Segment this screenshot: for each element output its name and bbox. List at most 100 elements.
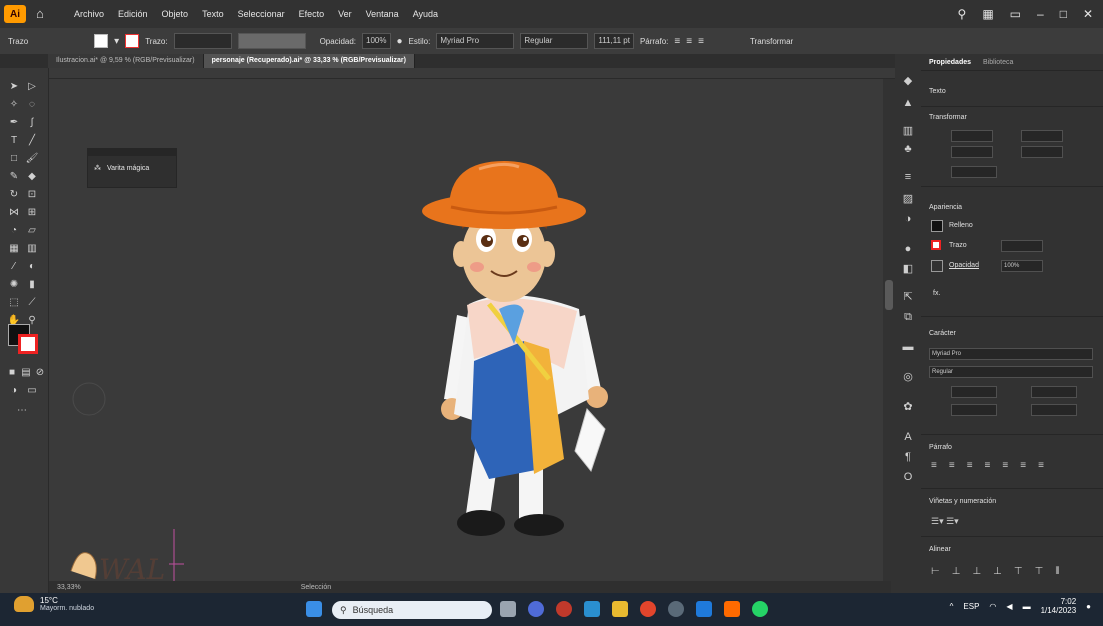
- home-icon[interactable]: ⌂: [36, 7, 50, 21]
- pencil-tool-icon[interactable]: ✎: [6, 170, 22, 184]
- opentype-icon[interactable]: O: [901, 470, 915, 484]
- tab-personaje[interactable]: personaje (Recuperado).ai* @ 33,33 % (RG…: [203, 54, 415, 68]
- align-bottom-edges-icon[interactable]: ⊤: [1035, 566, 1044, 577]
- menu-efecto[interactable]: Efecto: [299, 9, 325, 19]
- maximize-icon[interactable]: □: [1060, 7, 1067, 21]
- illustrator-logo[interactable]: Ai: [4, 5, 26, 23]
- color-panel-icon[interactable]: ●: [901, 242, 915, 256]
- clock-date[interactable]: 1/14/2023: [1041, 606, 1077, 615]
- stroke-weight-field[interactable]: [1001, 240, 1043, 252]
- transform-label[interactable]: Transformar: [750, 37, 793, 46]
- gradient-panel-icon[interactable]: ▨: [901, 192, 915, 206]
- menu-seleccionar[interactable]: Seleccionar: [238, 9, 285, 19]
- font-size-field[interactable]: [951, 386, 997, 398]
- recolor-icon[interactable]: ●: [397, 36, 403, 47]
- align-center-icon[interactable]: ≡: [686, 36, 692, 47]
- column-graph-tool-icon[interactable]: ▮: [24, 278, 40, 292]
- kerning-field[interactable]: [951, 404, 997, 416]
- stroke-color-box[interactable]: [18, 334, 38, 354]
- font-family-field[interactable]: Myriad Pro: [929, 348, 1093, 360]
- stroke-weight-field[interactable]: [173, 33, 232, 49]
- chevron-down-icon[interactable]: ▾: [114, 36, 119, 47]
- menu-objeto[interactable]: Objeto: [162, 9, 189, 19]
- curvature-tool-icon[interactable]: ∫: [24, 116, 40, 130]
- menu-ayuda[interactable]: Ayuda: [413, 9, 438, 19]
- selection-tool-icon[interactable]: ➤: [6, 80, 22, 94]
- panel-header[interactable]: [88, 149, 176, 156]
- eyedropper-tool-icon[interactable]: ⁄: [6, 260, 22, 274]
- opera-icon[interactable]: [556, 601, 572, 617]
- windows-start-icon[interactable]: [306, 601, 322, 617]
- tab-propiedades[interactable]: Propiedades: [929, 59, 971, 66]
- bullets-controls[interactable]: ☰▾ ☰▾: [931, 516, 959, 527]
- align-left-edges-icon[interactable]: ⊢: [931, 566, 940, 577]
- comments-icon[interactable]: ▬: [901, 340, 915, 354]
- export-icon[interactable]: ⇱: [901, 290, 915, 304]
- language-indicator[interactable]: ESP: [963, 602, 979, 611]
- type-tool-icon[interactable]: T: [6, 134, 22, 148]
- screen-mode-icon[interactable]: ▭: [24, 384, 40, 398]
- workspace-icon[interactable]: ▦: [982, 7, 993, 21]
- menu-edicion[interactable]: Edición: [118, 9, 148, 19]
- justify-all-icon[interactable]: ≡: [1038, 460, 1044, 471]
- paintbrush-tool-icon[interactable]: 🖌: [24, 152, 40, 166]
- width-field[interactable]: [1021, 130, 1063, 142]
- artboards-icon[interactable]: ⧉: [901, 310, 915, 324]
- align-horizontal-center-icon[interactable]: ⊥: [952, 566, 961, 577]
- paragraph-icon[interactable]: ¶: [901, 450, 915, 464]
- fill-swatch[interactable]: [94, 34, 109, 48]
- store-icon[interactable]: [584, 601, 600, 617]
- character-icon[interactable]: A: [901, 430, 915, 444]
- draw-mode-icon[interactable]: ◑: [6, 384, 22, 398]
- align-vertical-center-icon[interactable]: ⊤: [1014, 566, 1023, 577]
- zoom-level[interactable]: 33,33%: [57, 584, 81, 591]
- pen-tool-icon[interactable]: ✒: [6, 116, 22, 130]
- leading-field[interactable]: [1031, 386, 1077, 398]
- justify-center-icon[interactable]: ≡: [1002, 460, 1008, 471]
- align-right-icon[interactable]: ≡: [967, 460, 973, 471]
- gradient-tool-icon[interactable]: ▥: [24, 242, 40, 256]
- line-tool-icon[interactable]: ╱: [24, 134, 40, 148]
- clock-time[interactable]: 7:02: [1041, 597, 1077, 606]
- align-right-edges-icon[interactable]: ⊥: [972, 566, 981, 577]
- brushes-icon[interactable]: ▥: [901, 124, 915, 138]
- edit-toolbar-icon[interactable]: ⋯: [14, 404, 30, 418]
- opacity-field[interactable]: 100%: [362, 33, 391, 49]
- battery-icon[interactable]: ▬: [1023, 602, 1031, 611]
- justify-right-icon[interactable]: ≡: [1020, 460, 1026, 471]
- rectangle-tool-icon[interactable]: □: [6, 152, 22, 166]
- graphic-styles-icon[interactable]: ✿: [901, 400, 915, 414]
- distribute-icon[interactable]: ⫴: [1055, 566, 1059, 577]
- font-style-field[interactable]: Regular: [929, 366, 1093, 378]
- lasso-tool-icon[interactable]: ◌: [24, 98, 40, 112]
- file-explorer-icon[interactable]: [612, 601, 628, 617]
- rotate-tool-icon[interactable]: ↻: [6, 188, 22, 202]
- appearance-icon[interactable]: ◎: [901, 370, 915, 384]
- stroke-panel-icon[interactable]: ≡: [901, 170, 915, 184]
- fill-swatch-small[interactable]: [931, 220, 943, 232]
- blend-tool-icon[interactable]: ◐: [24, 260, 40, 274]
- scale-tool-icon[interactable]: ⊡: [24, 188, 40, 202]
- symbols-icon[interactable]: ♣: [901, 142, 915, 156]
- scrollbar-thumb[interactable]: [885, 280, 893, 310]
- none-mode-icon[interactable]: ⊘: [32, 366, 48, 380]
- opacity-box[interactable]: [931, 260, 943, 272]
- menu-texto[interactable]: Texto: [202, 9, 224, 19]
- align-right-icon[interactable]: ≡: [698, 36, 704, 47]
- magic-wand-label[interactable]: Varita mágica: [107, 165, 149, 172]
- tab-biblioteca[interactable]: Biblioteca: [983, 59, 1013, 66]
- free-transform-tool-icon[interactable]: ⊞: [24, 206, 40, 220]
- taskbar-search[interactable]: ⚲ Búsqueda: [332, 601, 492, 619]
- illustrator-taskbar-icon[interactable]: [724, 601, 740, 617]
- height-field[interactable]: [1021, 146, 1063, 158]
- wifi-icon[interactable]: ◠: [989, 602, 996, 611]
- font-family-field[interactable]: Myriad Pro: [436, 33, 515, 49]
- color-guide-icon[interactable]: ◧: [901, 262, 915, 276]
- width-tool-icon[interactable]: ⋈: [6, 206, 22, 220]
- search-icon[interactable]: ⚲: [958, 7, 967, 21]
- eraser-tool-icon[interactable]: ◆: [24, 170, 40, 184]
- x-field[interactable]: [951, 130, 993, 142]
- align-left-icon[interactable]: ≡: [931, 460, 937, 471]
- magic-wand-tool-icon[interactable]: ✧: [6, 98, 22, 112]
- notification-icon[interactable]: ●: [1086, 602, 1091, 611]
